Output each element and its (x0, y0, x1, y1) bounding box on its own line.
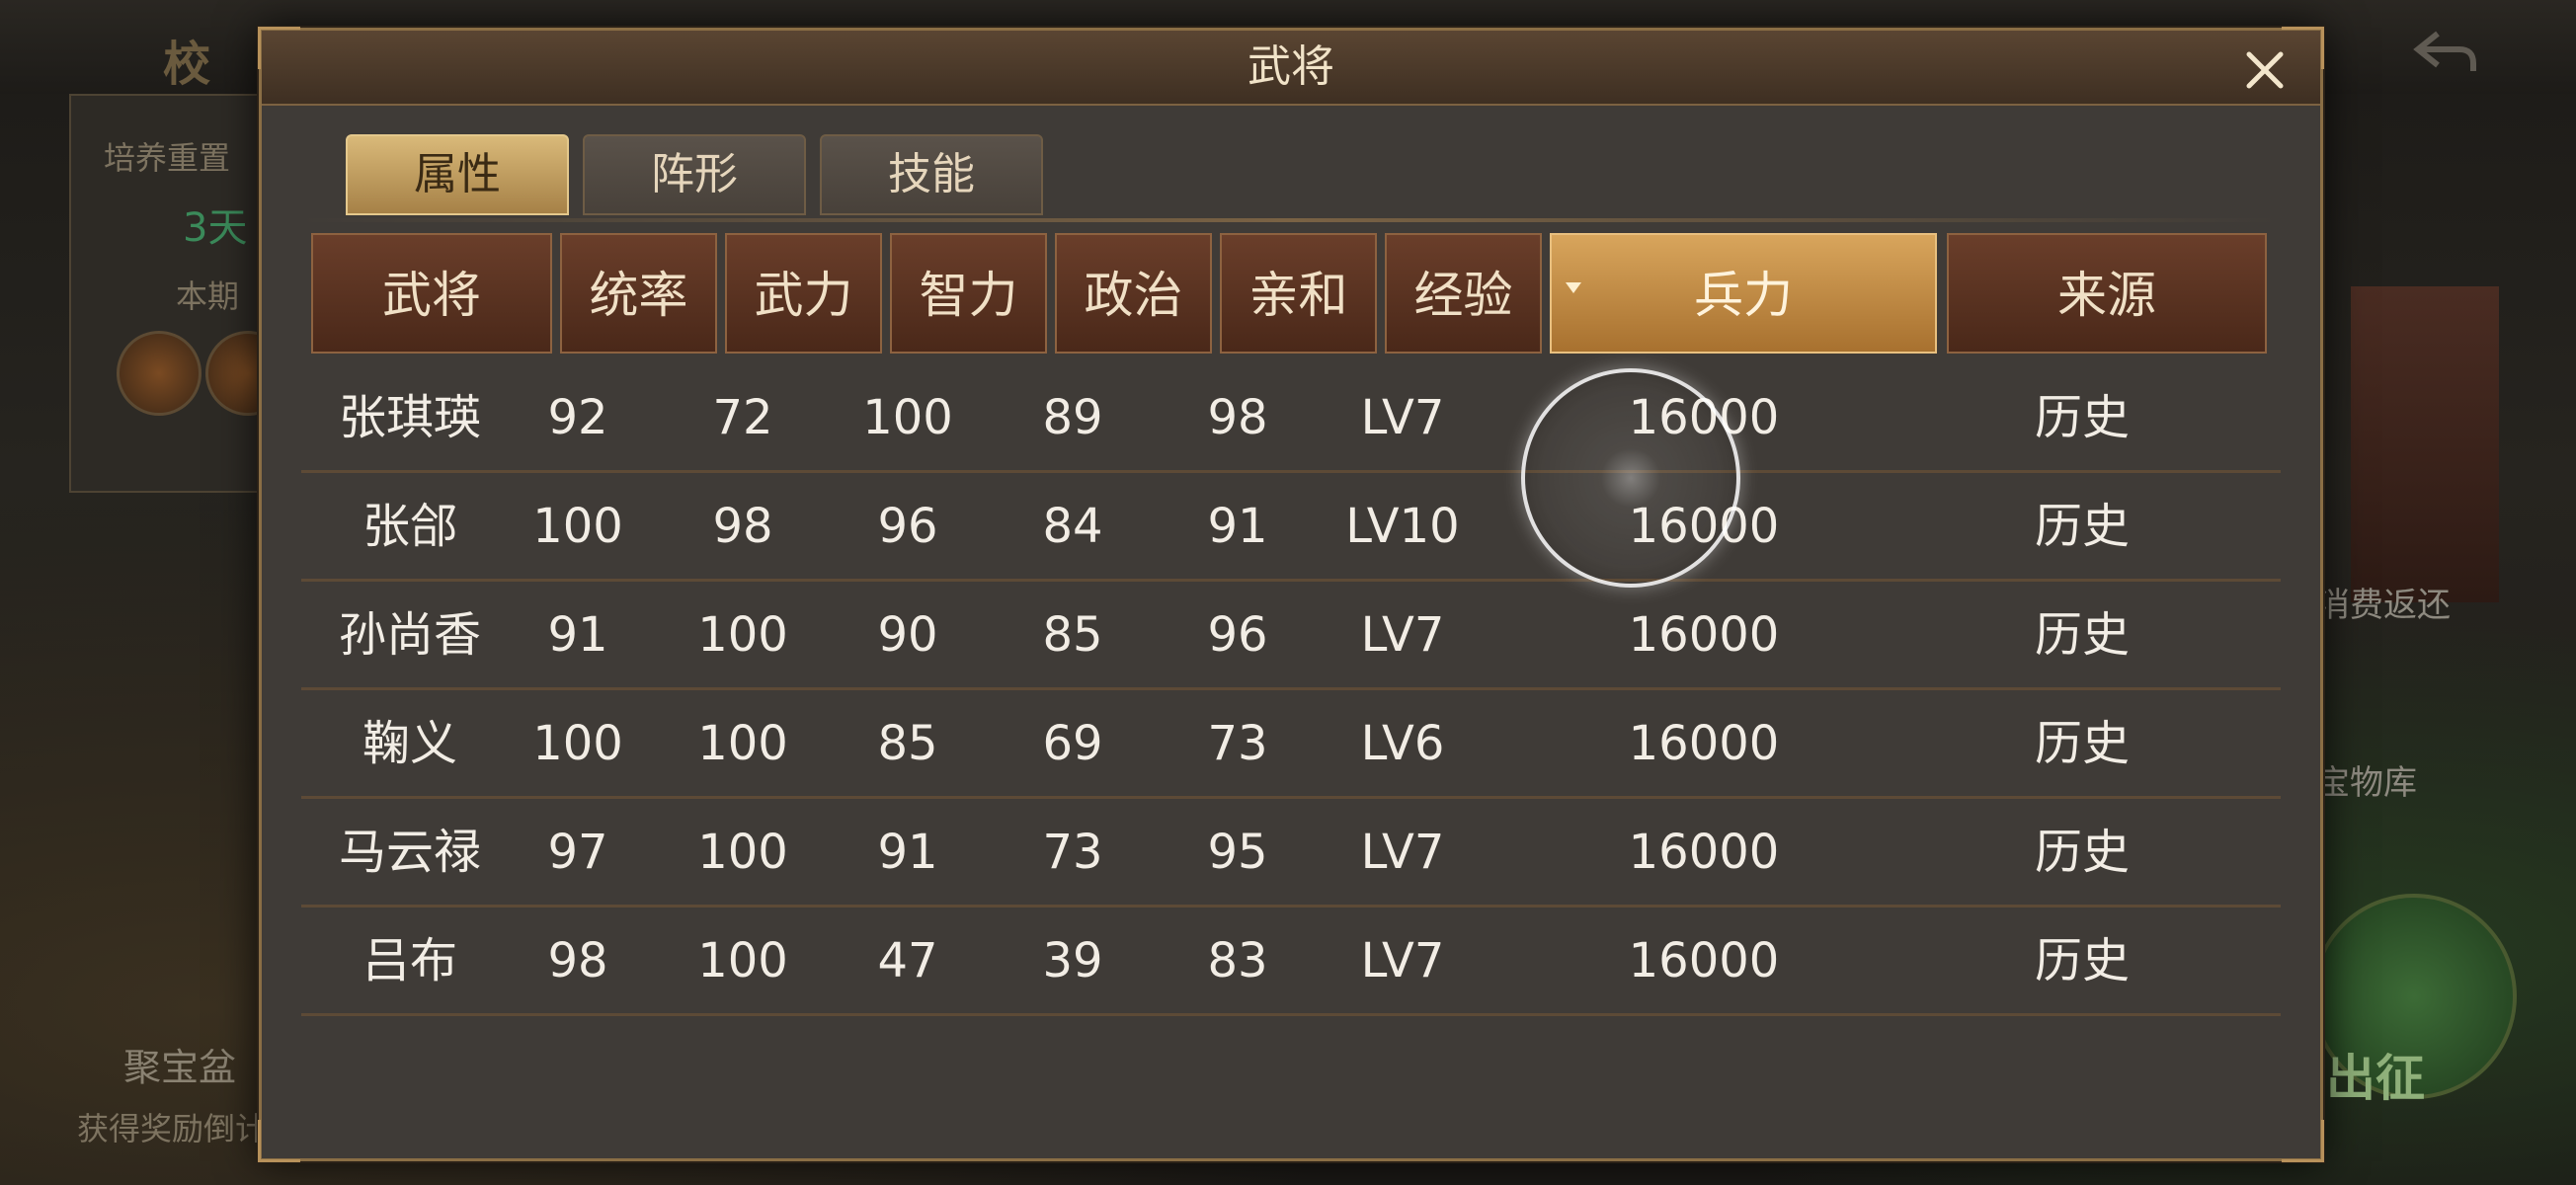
frame-corner (2282, 1120, 2324, 1162)
cell-source: 历史 (2034, 933, 2130, 988)
background-panel-line-2: 3天 (183, 205, 248, 251)
tab-skills[interactable]: 技能 (820, 134, 1043, 215)
table-row[interactable]: 张琪瑛 92 72 100 89 98 LV7 16000 历史 (301, 363, 2281, 472)
table-row[interactable]: 鞠义 100 100 85 69 73 LV6 16000 历史 (301, 689, 2281, 798)
treasury-label[interactable]: 宝物库 (2316, 755, 2417, 804)
cell-troops: 16000 (1628, 933, 1780, 988)
sort-desc-icon (1566, 282, 1581, 293)
background-banner (2351, 286, 2499, 602)
background-avatar-icon (117, 331, 201, 416)
tab-formation[interactable]: 阵形 (583, 134, 806, 215)
column-header-general[interactable]: 武将 (311, 233, 552, 354)
cell-source: 历史 (2034, 825, 2130, 880)
cell-troops: 16000 (1628, 499, 1780, 554)
background-panel-line-1: 培养重置 (104, 139, 231, 177)
cell-troops: 16000 (1628, 825, 1780, 880)
background-title: 校 (163, 37, 211, 92)
cell-source: 历史 (2034, 716, 2130, 771)
column-header-source[interactable]: 来源 (1947, 233, 2267, 354)
general-dialog: 武将 属性 阵形 技能 武将 统率 武力 智力 政治 亲和 经验 兵力 来源 张… (258, 27, 2324, 1162)
column-header-force[interactable]: 武力 (725, 233, 882, 354)
frame-corner (258, 27, 300, 69)
frame-corner (258, 1120, 300, 1162)
cell-troops: 16000 (1628, 607, 1780, 663)
background-panel-line-3: 本期 (176, 277, 240, 315)
cell-experience: LV7 (1360, 607, 1445, 663)
cell-troops: 16000 (1628, 716, 1780, 771)
cell-troops: 16000 (1628, 390, 1780, 445)
cell-source: 历史 (2034, 390, 2130, 445)
cell-experience: LV7 (1360, 933, 1445, 988)
cell-experience: LV6 (1360, 716, 1445, 771)
cell-source: 历史 (2034, 607, 2130, 663)
column-header-politics[interactable]: 政治 (1055, 233, 1212, 354)
column-header-command[interactable]: 统率 (560, 233, 717, 354)
table-row[interactable]: 孙尚香 91 100 90 85 96 LV7 16000 历史 (301, 581, 2281, 689)
consume-return-label[interactable]: 消费返还 (2316, 578, 2451, 626)
cell-source: 历史 (2034, 499, 2130, 554)
back-arrow-icon[interactable] (2410, 28, 2479, 75)
table-row[interactable]: 张郃 100 98 96 84 91 LV10 16000 历史 (301, 472, 2281, 581)
column-header-affinity[interactable]: 亲和 (1220, 233, 1377, 354)
column-header-experience[interactable]: 经验 (1385, 233, 1542, 354)
divider (301, 218, 2277, 222)
row-divider (301, 1013, 2281, 1016)
column-header-troops[interactable]: 兵力 (1550, 233, 1937, 354)
column-header-intelligence[interactable]: 智力 (890, 233, 1047, 354)
cell-experience: LV10 (1345, 499, 1460, 554)
cell-experience: LV7 (1360, 390, 1445, 445)
treasure-label[interactable]: 聚宝盆 (123, 1037, 236, 1091)
dialog-title: 武将 (1248, 41, 1334, 92)
go-button-label: 出征 (2326, 1050, 2425, 1107)
cell-experience: LV7 (1360, 825, 1445, 880)
tab-attributes[interactable]: 属性 (346, 134, 569, 215)
treasure-countdown: 获得奖励倒计 (77, 1110, 268, 1147)
frame-corner (2282, 27, 2324, 69)
table-row[interactable]: 马云禄 97 100 91 73 95 LV7 16000 历史 (301, 798, 2281, 907)
table-row[interactable]: 吕布 98 100 47 39 83 LV7 16000 历史 (301, 907, 2281, 1015)
column-header-troops-label: 兵力 (1694, 267, 1793, 324)
